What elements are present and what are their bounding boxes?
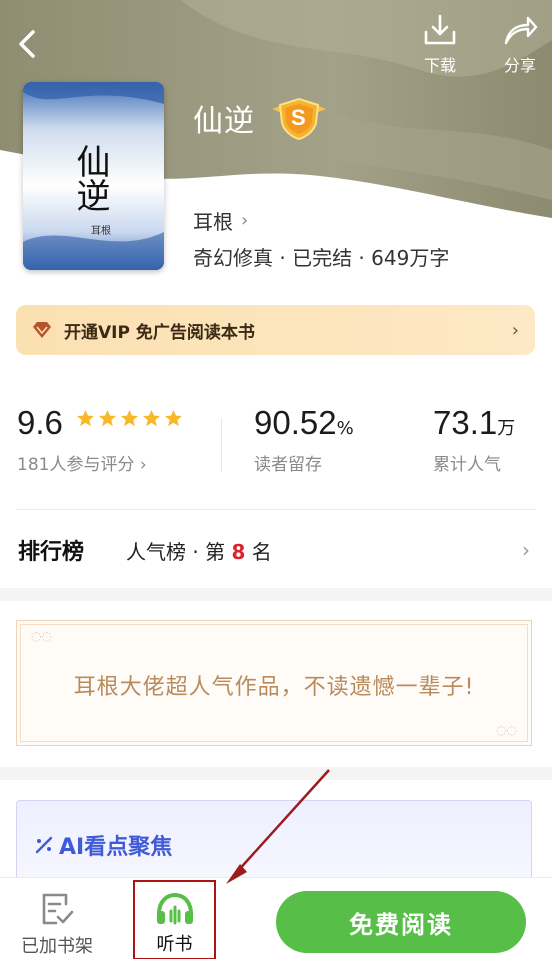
cover-title: 仙逆 xyxy=(70,144,110,212)
diamond-icon xyxy=(33,322,51,338)
star-icon xyxy=(164,409,183,427)
download-icon xyxy=(424,14,456,45)
headphones-icon xyxy=(156,892,193,925)
vip-label: 开通VIP 免广告阅读本书 xyxy=(64,322,255,343)
popularity-sub: 累计人气 xyxy=(433,455,501,475)
bottom-action-bar: 已加书架 听书 免费阅读 xyxy=(0,877,552,959)
ranking-row[interactable]: 排行榜 人气榜 · 第 8 名 › xyxy=(18,530,538,570)
ai-title: AI看点聚焦 xyxy=(59,835,173,860)
section-gap xyxy=(0,767,552,780)
quote-close-icon: ◌◌ xyxy=(496,723,517,737)
stats-divider xyxy=(221,418,222,472)
star-icon xyxy=(142,409,161,427)
recommendation-card: ◌◌ 耳根大佬超人气作品，不读遗憾一辈子! ◌◌ xyxy=(16,620,532,746)
ranking-number: 8 xyxy=(231,539,246,564)
ranking-suffix: 名 xyxy=(245,539,272,564)
chevron-right-icon: › xyxy=(241,210,249,231)
chevron-right-icon: › xyxy=(511,319,519,341)
vip-banner[interactable]: 开通VIP 免广告阅读本书 › xyxy=(16,305,535,355)
book-meta: 奇幻修真 · 已完结 · 649万字 xyxy=(193,246,450,270)
popularity-stat: 73.1万 累计人气 xyxy=(433,404,515,475)
ranking-prefix: 人气榜 · 第 xyxy=(126,539,232,564)
ai-title-row: AI看点聚焦 xyxy=(35,829,172,861)
free-read-button[interactable]: 免费阅读 xyxy=(276,891,526,953)
quote-open-icon: ◌◌ xyxy=(31,629,52,643)
rating-stars xyxy=(76,409,183,428)
rating-value: 9.6 xyxy=(17,404,63,441)
chevron-right-icon: › xyxy=(522,538,530,562)
divider xyxy=(16,509,536,510)
star-icon xyxy=(120,409,139,427)
retention-sub: 读者留存 xyxy=(254,455,322,475)
rating-stat[interactable]: 9.6 181人参与评分 › xyxy=(17,404,183,475)
download-label: 下载 xyxy=(423,56,456,75)
s-grade-badge: S xyxy=(268,97,330,141)
author-link[interactable]: 耳根 › xyxy=(193,206,248,235)
rating-sub: 181人参与评分 › xyxy=(17,455,147,475)
share-icon xyxy=(504,16,538,45)
back-button[interactable] xyxy=(10,26,46,62)
recommendation-text: 耳根大佬超人气作品，不读遗憾一辈子! xyxy=(73,675,475,700)
ranking-title: 排行榜 xyxy=(18,540,85,565)
add-to-shelf-button[interactable]: 已加书架 xyxy=(10,892,104,958)
sparkle-icon xyxy=(35,836,53,854)
popularity-unit: 万 xyxy=(497,418,516,439)
share-button[interactable]: 分享 xyxy=(492,14,548,76)
ranking-text: 人气榜 · 第 8 名 xyxy=(126,536,522,565)
star-icon xyxy=(98,409,117,427)
star-icon xyxy=(76,409,95,427)
chevron-left-icon xyxy=(19,30,35,58)
add-to-shelf-label: 已加书架 xyxy=(21,936,93,957)
badge-letter: S xyxy=(291,105,306,130)
share-label: 分享 xyxy=(503,56,536,75)
bookshelf-check-icon xyxy=(42,893,74,925)
retention-value: 90.52 xyxy=(254,404,337,441)
book-cover[interactable]: 仙逆 耳根 xyxy=(23,82,164,270)
book-title: 仙逆 xyxy=(193,104,255,139)
listen-label: 听书 xyxy=(156,934,193,955)
popularity-value: 73.1 xyxy=(433,404,498,441)
listen-button[interactable]: 听书 xyxy=(133,880,216,959)
retention-stat: 90.52% 读者留存 xyxy=(254,404,354,475)
author-name: 耳根 xyxy=(193,210,233,234)
download-button[interactable]: 下载 xyxy=(412,14,468,76)
section-gap xyxy=(0,588,552,601)
retention-unit: % xyxy=(336,418,354,439)
cover-author: 耳根 xyxy=(91,226,111,237)
